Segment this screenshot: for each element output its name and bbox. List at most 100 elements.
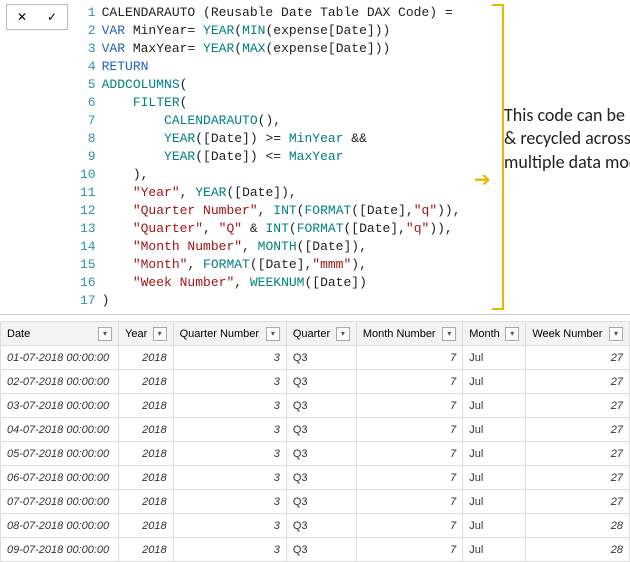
code-line[interactable]: ADDCOLUMNS(	[102, 76, 464, 94]
column-header[interactable]: Month Number▾	[356, 322, 462, 346]
table-cell[interactable]: Q3	[286, 442, 356, 466]
table-cell[interactable]: 3	[173, 418, 286, 442]
table-cell[interactable]: 3	[173, 514, 286, 538]
code-line[interactable]: "Week Number", WEEKNUM([Date])	[102, 274, 464, 292]
table-cell[interactable]: 09-07-2018 00:00:00	[1, 538, 119, 562]
table-row[interactable]: 01-07-2018 00:00:0020183Q37Jul27	[1, 346, 630, 370]
column-filter-icon[interactable]: ▾	[153, 327, 167, 341]
column-header[interactable]: Date▾	[1, 322, 119, 346]
table-cell[interactable]: 3	[173, 490, 286, 514]
table-row[interactable]: 06-07-2018 00:00:0020183Q37Jul27	[1, 466, 630, 490]
table-cell[interactable]: 7	[356, 418, 462, 442]
column-filter-icon[interactable]: ▾	[98, 327, 112, 341]
column-filter-icon[interactable]: ▾	[442, 327, 456, 341]
table-cell[interactable]: Jul	[463, 370, 526, 394]
table-cell[interactable]: 08-07-2018 00:00:00	[1, 514, 119, 538]
code-line[interactable]: )	[102, 292, 464, 310]
table-cell[interactable]: 2018	[119, 370, 174, 394]
table-cell[interactable]: 01-07-2018 00:00:00	[1, 346, 119, 370]
column-header[interactable]: Quarter Number▾	[173, 322, 286, 346]
table-cell[interactable]: 7	[356, 442, 462, 466]
table-cell[interactable]: 3	[173, 394, 286, 418]
table-row[interactable]: 03-07-2018 00:00:0020183Q37Jul27	[1, 394, 630, 418]
table-cell[interactable]: 27	[526, 490, 630, 514]
table-cell[interactable]: 05-07-2018 00:00:00	[1, 442, 119, 466]
table-cell[interactable]: 27	[526, 442, 630, 466]
code-line[interactable]: "Quarter", "Q" & INT(FORMAT([Date],"q"))…	[102, 220, 464, 238]
table-cell[interactable]: 2018	[119, 466, 174, 490]
code-content[interactable]: CALENDARAUTO (Reusable Date Table DAX Co…	[102, 4, 464, 310]
table-cell[interactable]: 27	[526, 418, 630, 442]
table-cell[interactable]: 3	[173, 466, 286, 490]
table-cell[interactable]: 7	[356, 490, 462, 514]
table-cell[interactable]: Jul	[463, 442, 526, 466]
table-row[interactable]: 04-07-2018 00:00:0020183Q37Jul27	[1, 418, 630, 442]
table-cell[interactable]: Q3	[286, 418, 356, 442]
column-header[interactable]: Month▾	[463, 322, 526, 346]
table-cell[interactable]: Jul	[463, 394, 526, 418]
commit-button[interactable]: ✓	[37, 5, 67, 29]
column-header[interactable]: Week Number▾	[526, 322, 630, 346]
table-cell[interactable]: Q3	[286, 346, 356, 370]
column-filter-icon[interactable]: ▾	[505, 327, 519, 341]
code-line[interactable]: "Month Number", MONTH([Date]),	[102, 238, 464, 256]
code-line[interactable]: CALENDARAUTO(),	[102, 112, 464, 130]
table-cell[interactable]: Q3	[286, 538, 356, 562]
table-cell[interactable]: Q3	[286, 514, 356, 538]
code-line[interactable]: YEAR([Date]) <= MaxYear	[102, 148, 464, 166]
table-cell[interactable]: 7	[356, 466, 462, 490]
code-line[interactable]: "Month", FORMAT([Date],"mmm"),	[102, 256, 464, 274]
table-cell[interactable]: 7	[356, 370, 462, 394]
table-cell[interactable]: 06-07-2018 00:00:00	[1, 466, 119, 490]
table-cell[interactable]: 07-07-2018 00:00:00	[1, 490, 119, 514]
column-filter-icon[interactable]: ▾	[336, 327, 350, 341]
code-line[interactable]: CALENDARAUTO (Reusable Date Table DAX Co…	[102, 4, 464, 22]
code-line[interactable]: RETURN	[102, 58, 464, 76]
table-cell[interactable]: 2018	[119, 538, 174, 562]
table-cell[interactable]: 2018	[119, 490, 174, 514]
table-row[interactable]: 02-07-2018 00:00:0020183Q37Jul27	[1, 370, 630, 394]
column-header[interactable]: Year▾	[119, 322, 174, 346]
table-cell[interactable]: Q3	[286, 370, 356, 394]
table-cell[interactable]: 27	[526, 370, 630, 394]
table-cell[interactable]: 3	[173, 370, 286, 394]
table-cell[interactable]: 7	[356, 514, 462, 538]
cancel-button[interactable]: ✕	[7, 5, 37, 29]
code-line[interactable]: "Year", YEAR([Date]),	[102, 184, 464, 202]
table-cell[interactable]: 2018	[119, 514, 174, 538]
table-row[interactable]: 09-07-2018 00:00:0020183Q37Jul28	[1, 538, 630, 562]
table-cell[interactable]: 03-07-2018 00:00:00	[1, 394, 119, 418]
code-line[interactable]: "Quarter Number", INT(FORMAT([Date],"q")…	[102, 202, 464, 220]
table-cell[interactable]: 2018	[119, 418, 174, 442]
code-line[interactable]: FILTER(	[102, 94, 464, 112]
table-cell[interactable]: 3	[173, 538, 286, 562]
code-line[interactable]: ),	[102, 166, 464, 184]
table-cell[interactable]: Jul	[463, 466, 526, 490]
table-cell[interactable]: 2018	[119, 442, 174, 466]
table-cell[interactable]: Q3	[286, 466, 356, 490]
code-line[interactable]: VAR MinYear= YEAR(MIN(expense[Date]))	[102, 22, 464, 40]
table-cell[interactable]: Jul	[463, 490, 526, 514]
table-cell[interactable]: 04-07-2018 00:00:00	[1, 418, 119, 442]
table-cell[interactable]: Q3	[286, 394, 356, 418]
table-cell[interactable]: 28	[526, 538, 630, 562]
table-cell[interactable]: 3	[173, 442, 286, 466]
table-cell[interactable]: Jul	[463, 418, 526, 442]
table-cell[interactable]: 28	[526, 514, 630, 538]
table-cell[interactable]: 27	[526, 394, 630, 418]
table-row[interactable]: 08-07-2018 00:00:0020183Q37Jul28	[1, 514, 630, 538]
table-cell[interactable]: 2018	[119, 346, 174, 370]
table-cell[interactable]: 7	[356, 346, 462, 370]
table-cell[interactable]: Jul	[463, 538, 526, 562]
table-cell[interactable]: 7	[356, 538, 462, 562]
code-line[interactable]: VAR MaxYear= YEAR(MAX(expense[Date]))	[102, 40, 464, 58]
table-row[interactable]: 05-07-2018 00:00:0020183Q37Jul27	[1, 442, 630, 466]
column-filter-icon[interactable]: ▾	[609, 327, 623, 341]
table-cell[interactable]: 27	[526, 466, 630, 490]
column-filter-icon[interactable]: ▾	[266, 327, 280, 341]
table-cell[interactable]: 27	[526, 346, 630, 370]
table-cell[interactable]: Jul	[463, 514, 526, 538]
table-cell[interactable]: Q3	[286, 490, 356, 514]
code-line[interactable]: YEAR([Date]) >= MinYear &&	[102, 130, 464, 148]
table-cell[interactable]: 2018	[119, 394, 174, 418]
